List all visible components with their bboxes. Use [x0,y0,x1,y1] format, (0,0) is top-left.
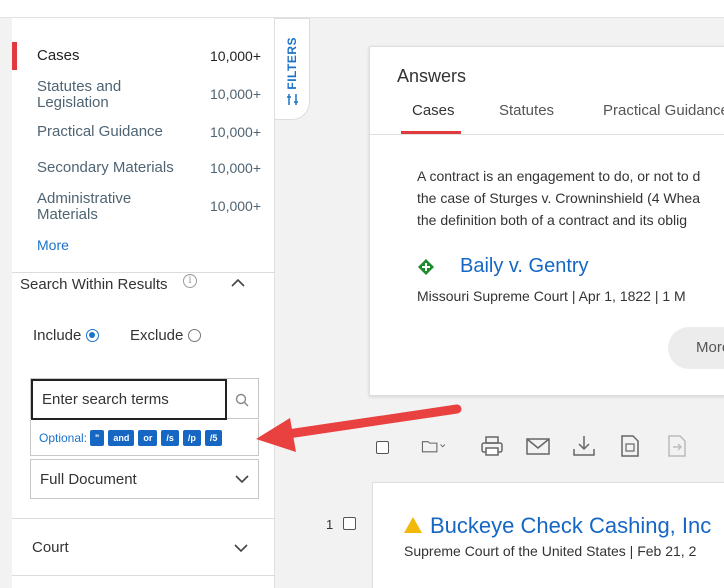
connector-s-button[interactable]: /s [161,429,179,446]
email-icon[interactable] [525,434,551,458]
search-icon [235,393,249,406]
tab-practical-guidance[interactable]: Practical Guidance [603,102,724,119]
court-filter-title[interactable]: Court [32,539,69,556]
answer-text-line: the case of Sturges v. Crowninshield (4 … [417,190,700,206]
select-all-checkbox[interactable] [376,441,389,454]
download-icon[interactable] [571,434,597,458]
exclude-radio-option[interactable]: Exclude [130,327,202,344]
tab-cases[interactable]: Cases [412,102,455,119]
chevron-down-icon[interactable] [234,543,248,553]
result-title-link[interactable]: Buckeye Check Cashing, Inc [430,513,711,539]
chevron-down-icon [235,475,249,484]
content-type-label: Administrative Materials [37,190,132,223]
divider [12,575,275,576]
answers-card: Answers Cases Statutes Practical Guidanc… [369,46,724,396]
connector-or-button[interactable]: or [138,429,158,446]
green-diamond-icon [418,259,434,275]
exclude-radio[interactable] [188,329,202,342]
content-type-label: Secondary Materials [37,159,174,176]
divider [12,518,275,519]
content-type-count: 10,000+ [210,198,261,214]
search-scope-select[interactable]: Full Document [30,459,259,499]
active-indicator [12,42,17,70]
filters-tab[interactable]: FILTERS [275,18,310,120]
answers-title: Answers [397,66,467,86]
connector-quote-button[interactable]: " [90,429,105,446]
info-icon[interactable]: i [183,274,197,288]
result-checkbox[interactable] [343,517,356,530]
warning-icon[interactable] [404,517,422,533]
answer-text-line: the definition both of a contract and it… [417,212,688,228]
folder-icon[interactable] [421,434,447,458]
content-type-count: 10,000+ [210,48,261,64]
search-scope-value: Full Document [40,470,137,488]
include-radio-option[interactable]: Include [33,327,100,344]
content-types-more-link[interactable]: More [37,237,69,253]
export-icon [668,435,686,457]
content-type-label: Cases [37,47,80,64]
result-meta: Supreme Court of the United States | Feb… [404,543,697,559]
divider [12,272,275,273]
connector-5-button[interactable]: /5 [204,429,223,446]
optional-label: Optional: [39,430,88,445]
connector-p-button[interactable]: /p [182,429,201,446]
result-number: 1 [326,517,334,532]
document-icon[interactable] [617,434,643,458]
answers-more-button[interactable]: More [668,327,724,369]
content-type-label: Statutes and Legislation [37,78,122,111]
include-label: Include [33,327,82,344]
connector-and-button[interactable]: and [108,429,135,446]
answer-case-link[interactable]: Baily v. Gentry [460,255,589,278]
connector-row: Optional: " and or /s /p /5 [30,420,259,456]
content-type-label: Practical Guidance [37,123,163,140]
top-bar [0,0,724,18]
filter-sidebar: Cases 10,000+ Statutes and Legislation 1… [12,18,275,588]
result-card: Buckeye Check Cashing, Inc Supreme Court… [372,482,724,588]
divider [370,134,724,135]
answer-case-meta: Missouri Supreme Court | Apr 1, 1822 | 1… [417,288,686,304]
content-type-count: 10,000+ [210,160,261,176]
search-input[interactable] [31,379,227,420]
content-type-count: 10,000+ [210,86,261,102]
search-within-box [30,378,259,420]
answer-text-line: A contract is an engagement to do, or no… [417,168,701,184]
tab-statutes[interactable]: Statutes [499,102,554,119]
search-within-title: Search Within Results [20,276,168,293]
exclude-label: Exclude [130,327,184,344]
content-type-count: 10,000+ [210,124,261,140]
include-radio[interactable] [86,329,100,342]
print-icon[interactable] [479,434,505,458]
chevron-up-icon[interactable] [231,278,245,288]
filters-icon [287,94,298,105]
filters-label: FILTERS [285,37,299,90]
